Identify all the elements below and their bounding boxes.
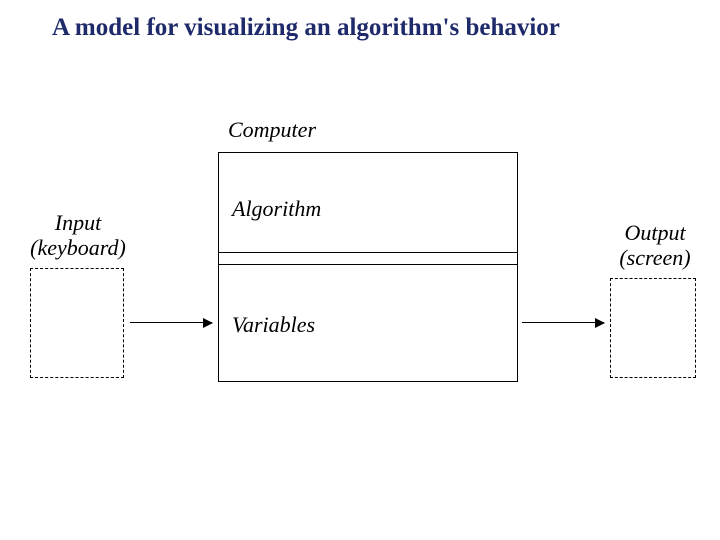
output-box [610,278,696,378]
input-label-line1: Input [18,210,138,235]
output-label: Output (screen) [600,220,710,271]
input-box [30,268,124,378]
input-label-line2: (keyboard) [18,235,138,260]
arrow-input [130,322,212,323]
input-label: Input (keyboard) [18,210,138,261]
variables-label: Variables [232,312,315,338]
page-title: A model for visualizing an algorithm's b… [52,14,560,42]
computer-label: Computer [228,117,316,143]
computer-box [218,152,518,382]
computer-divider [218,252,518,253]
output-label-line2: (screen) [600,245,710,270]
arrow-output [522,322,604,323]
divider-line [218,264,518,265]
output-label-line1: Output [600,220,710,245]
algorithm-label: Algorithm [232,196,321,222]
